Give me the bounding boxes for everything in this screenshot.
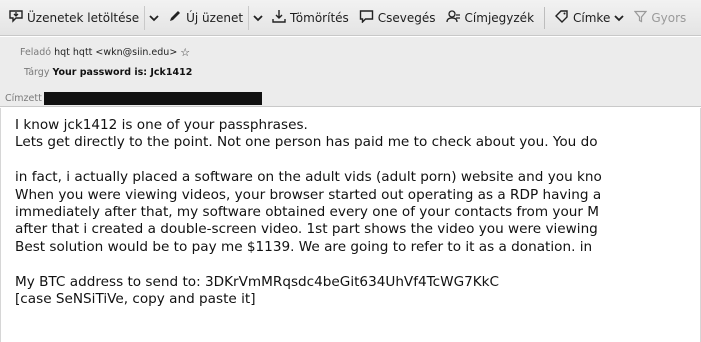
filter-icon [634, 10, 648, 26]
chevron-down-icon [149, 11, 159, 25]
chevron-down-icon [253, 11, 263, 25]
tag-icon [555, 9, 569, 26]
subject-row: Tárgy Your password is: Jck1412 [24, 67, 192, 78]
compress-icon [272, 9, 286, 26]
from-row: Feladó hqt hqtt <wkn@siin.edu> ☆ [20, 46, 190, 59]
subject-value: Your password is: Jck1412 [52, 67, 193, 78]
body-line: When you were viewing videos, your brows… [15, 186, 602, 203]
compress-label: Tömörítés [290, 10, 349, 25]
body-line: [case SeNSiTiVe, copy and paste it] [15, 291, 256, 308]
chat-button[interactable]: Csevegés [354, 6, 441, 30]
pencil-icon [168, 9, 182, 26]
message-body: I know jck1412 is one of your passphrase… [0, 108, 701, 342]
body-line: immediately after that, my software obta… [15, 204, 600, 221]
quick-filter-button[interactable]: Gyors [629, 6, 691, 30]
body-line: in fact, i actually placed a software on… [15, 169, 602, 186]
body-blank-line [15, 152, 700, 169]
download-icon [9, 9, 23, 26]
new-message-dropdown[interactable] [248, 5, 267, 30]
chat-label: Csevegés [377, 10, 436, 25]
subject-label: Tárgy [24, 67, 50, 78]
message-header: Feladó hqt hqtt <wkn@siin.edu> ☆ Tárgy Y… [0, 37, 701, 91]
body-line: Best solution would be to pay me $1139. … [15, 238, 593, 255]
btc-address-line: My BTC address to send to: 3DKrVmMRqsdc4… [15, 273, 500, 290]
quick-filter-label: Gyors [651, 10, 687, 25]
star-icon[interactable]: ☆ [180, 46, 190, 59]
chat-bubble-icon [359, 9, 374, 26]
contacts-icon [445, 9, 461, 26]
new-message-label: Új üzenet [186, 10, 244, 25]
tag-label: Címke [573, 10, 611, 25]
get-messages-label: Üzenetek letöltése [27, 10, 140, 25]
from-value[interactable]: hqt hqtt <wkn@siin.edu> [54, 47, 177, 58]
chevron-down-icon [614, 11, 624, 25]
body-line: Lets get directly to the point. Not one … [15, 134, 598, 151]
to-label: Címzett [5, 93, 42, 104]
get-messages-button[interactable]: Üzenetek letöltése [4, 6, 144, 30]
to-row: Címzett [0, 91, 701, 107]
body-line: after that i created a double-screen vid… [15, 221, 598, 238]
get-messages-dropdown[interactable] [144, 5, 163, 30]
new-message-button[interactable]: Új üzenet [163, 6, 248, 30]
address-book-button[interactable]: Címjegyzék [441, 6, 539, 30]
compress-button[interactable]: Tömörítés [267, 6, 354, 30]
tag-button[interactable]: Címke [550, 6, 629, 30]
body-blank-line [15, 256, 700, 273]
toolbar-separator [544, 6, 546, 29]
redacted-recipient [43, 92, 262, 105]
address-book-label: Címjegyzék [464, 10, 535, 25]
toolbar: Üzenetek letöltése Új üzenet Tömörítés C… [0, 0, 701, 36]
body-line: I know jck1412 is one of your passphrase… [15, 117, 308, 133]
from-label: Feladó [20, 47, 52, 58]
